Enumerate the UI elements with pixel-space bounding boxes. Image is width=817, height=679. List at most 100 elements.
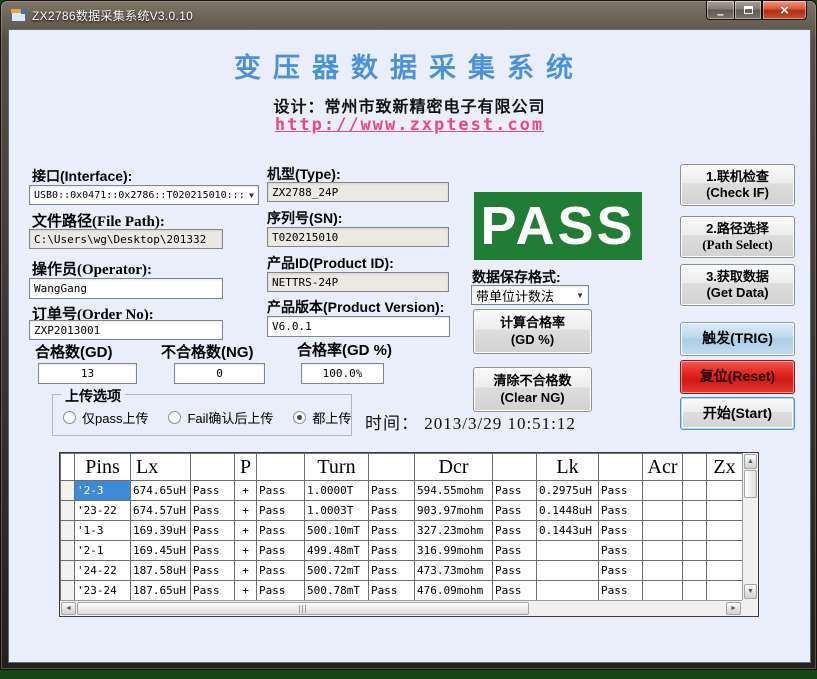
table-cell[interactable] <box>537 561 599 581</box>
table-cell[interactable]: Pass <box>191 521 235 541</box>
calc-rate-button[interactable]: 计算合格率 (GD %) <box>473 309 592 354</box>
table-cell[interactable]: 187.65uH <box>131 581 191 601</box>
table-cell[interactable] <box>683 481 707 501</box>
col-header-zx[interactable]: Zx <box>707 454 743 481</box>
table-cell[interactable]: Pass <box>369 561 415 581</box>
trig-button[interactable]: 触发(TRIG) <box>680 322 795 356</box>
ng-count-field[interactable]: 0 <box>174 363 265 384</box>
table-cell[interactable]: 903.97mohm <box>415 501 493 521</box>
table-cell[interactable]: Pass <box>369 521 415 541</box>
table-cell[interactable]: Pass <box>369 581 415 601</box>
table-cell[interactable]: + <box>235 581 257 601</box>
table-cell[interactable] <box>683 501 707 521</box>
col-header-lk[interactable]: Lk <box>537 454 599 481</box>
table-cell[interactable]: Pass <box>599 521 643 541</box>
row-header-cell[interactable] <box>61 581 75 601</box>
table-cell[interactable]: Pass <box>191 481 235 501</box>
table-row[interactable]: '1-3 169.39uH Pass + Pass 500.10mT Pass … <box>61 521 743 541</box>
operator-field[interactable]: WangGang <box>29 278 223 299</box>
table-cell[interactable]: Pass <box>493 521 537 541</box>
table-cell[interactable]: 169.39uH <box>131 521 191 541</box>
clear-ng-button[interactable]: 清除不合格数 (Clear NG) <box>473 367 592 412</box>
scroll-up-button[interactable]: ▲ <box>744 454 757 469</box>
table-cell[interactable]: Pass <box>191 541 235 561</box>
table-cell[interactable] <box>707 581 743 601</box>
table-cell[interactable]: Pass <box>369 501 415 521</box>
save-format-combobox[interactable]: 带单位计数法 ▼ <box>471 285 589 305</box>
table-cell[interactable]: 0.1448uH <box>537 501 599 521</box>
table-cell[interactable]: Pass <box>599 581 643 601</box>
table-cell[interactable]: '23-22 <box>75 501 131 521</box>
col-header-acr[interactable]: Acr <box>643 454 683 481</box>
table-cell[interactable]: Pass <box>599 541 643 561</box>
gd-rate-field[interactable]: 100.0% <box>301 363 384 384</box>
table-cell[interactable]: '2-1 <box>75 541 131 561</box>
row-header-cell[interactable] <box>61 541 75 561</box>
table-cell[interactable]: Pass <box>369 541 415 561</box>
table-cell[interactable]: 674.57uH <box>131 501 191 521</box>
table-cell[interactable] <box>707 481 743 501</box>
col-header-dcr-judge[interactable] <box>493 454 537 481</box>
table-cell[interactable] <box>707 501 743 521</box>
table-cell[interactable]: Pass <box>599 481 643 501</box>
col-header-lx[interactable]: Lx <box>131 454 191 481</box>
table-cell[interactable] <box>643 481 683 501</box>
row-header-cell[interactable] <box>61 501 75 521</box>
table-cell[interactable]: Pass <box>191 581 235 601</box>
row-header-cell[interactable] <box>61 561 75 581</box>
col-header-turn-judge[interactable] <box>369 454 415 481</box>
table-cell[interactable]: Pass <box>191 561 235 581</box>
title-bar[interactable]: ZX2786数据采集系统V3.0.10 – × <box>1 1 816 29</box>
table-cell[interactable] <box>683 521 707 541</box>
table-cell[interactable]: '1-3 <box>75 521 131 541</box>
product-version-field[interactable]: V6.0.1 <box>267 316 450 337</box>
radio-pass-only[interactable] <box>63 411 76 424</box>
table-cell[interactable]: 500.78mT <box>305 581 369 601</box>
table-cell[interactable]: Pass <box>257 561 305 581</box>
table-cell[interactable] <box>707 541 743 561</box>
table-cell[interactable]: + <box>235 561 257 581</box>
table-cell[interactable]: + <box>235 521 257 541</box>
table-row[interactable]: '24-22 187.58uH Pass + Pass 500.72mT Pas… <box>61 561 743 581</box>
table-cell[interactable]: 0.1443uH <box>537 521 599 541</box>
website-link[interactable]: http://www.zxptest.com <box>9 115 810 135</box>
table-cell[interactable]: Pass <box>599 501 643 521</box>
table-cell[interactable]: 500.72mT <box>305 561 369 581</box>
table-cell[interactable]: Pass <box>493 501 537 521</box>
table-cell[interactable]: 473.73mohm <box>415 561 493 581</box>
table-cell[interactable]: 0.2975uH <box>537 481 599 501</box>
table-cell[interactable] <box>683 581 707 601</box>
table-cell[interactable] <box>643 561 683 581</box>
col-header-p[interactable]: P <box>235 454 257 481</box>
table-cell[interactable]: Pass <box>257 581 305 601</box>
scroll-right-button[interactable]: ► <box>726 602 741 615</box>
table-row[interactable]: '23-24 187.65uH Pass + Pass 500.78mT Pas… <box>61 581 743 601</box>
table-cell[interactable] <box>643 501 683 521</box>
table-cell[interactable]: 169.45uH <box>131 541 191 561</box>
col-header-p-judge[interactable] <box>257 454 305 481</box>
table-row[interactable]: '23-22 674.57uH Pass + Pass 1.0003T Pass… <box>61 501 743 521</box>
vertical-scrollbar[interactable]: ▲ ▼ <box>742 453 758 600</box>
col-header-acr-judge[interactable] <box>683 454 707 481</box>
table-cell[interactable]: Pass <box>369 481 415 501</box>
table-cell[interactable]: Pass <box>257 501 305 521</box>
scroll-left-button[interactable]: ◄ <box>61 602 76 615</box>
table-cell[interactable] <box>643 541 683 561</box>
table-cell[interactable]: Pass <box>493 481 537 501</box>
table-cell[interactable]: + <box>235 481 257 501</box>
table-row[interactable]: '2-1 169.45uH Pass + Pass 499.48mT Pass … <box>61 541 743 561</box>
table-cell[interactable] <box>707 521 743 541</box>
gd-count-field[interactable]: 13 <box>38 363 137 384</box>
scroll-down-button[interactable]: ▼ <box>744 584 757 599</box>
order-no-field[interactable]: ZXP2013001 <box>29 320 223 340</box>
table-cell[interactable]: 1.0003T <box>305 501 369 521</box>
table-cell[interactable]: Pass <box>257 521 305 541</box>
table-cell[interactable]: Pass <box>493 581 537 601</box>
col-header-lk-judge[interactable] <box>599 454 643 481</box>
col-header-dcr[interactable]: Dcr <box>415 454 493 481</box>
col-header-turn[interactable]: Turn <box>305 454 369 481</box>
path-select-button[interactable]: 2.路径选择 (Path Select) <box>680 216 795 258</box>
table-cell[interactable]: 476.09mohm <box>415 581 493 601</box>
table-cell[interactable]: 316.99mohm <box>415 541 493 561</box>
row-header-cell[interactable] <box>61 521 75 541</box>
